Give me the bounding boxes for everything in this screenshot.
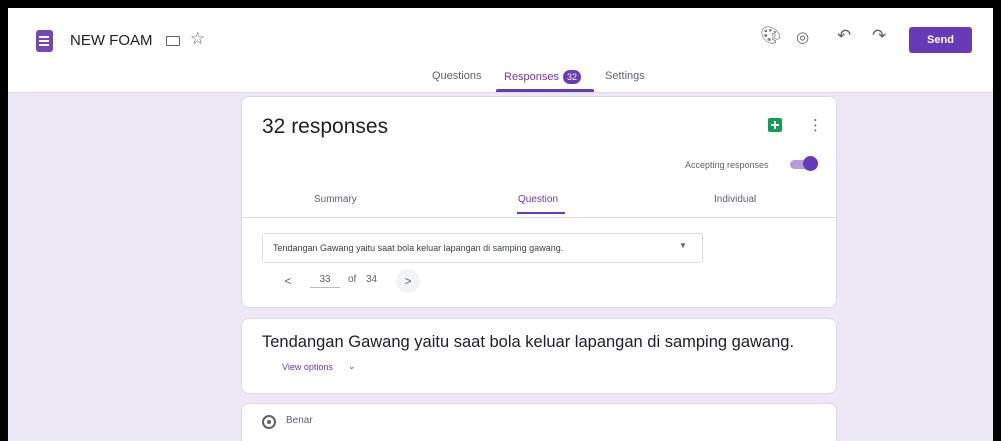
responses-count-badge: 32: [563, 70, 582, 84]
answer-option-card: Benar: [241, 403, 837, 441]
palette-icon[interactable]: 🎨︎: [760, 26, 782, 46]
question-dropdown-value: Tendangan Gawang yaitu saat bola keluar …: [273, 243, 564, 253]
subtab-individual[interactable]: Individual: [714, 194, 756, 205]
forms-window: NEW FOAM ☆ 🎨︎ ◎ ↶ ↷ Send ⋮ Questions Res…: [8, 8, 993, 441]
divider: [242, 217, 836, 218]
accepting-responses-label: Accepting responses: [685, 160, 769, 170]
document-title[interactable]: NEW FOAM: [70, 32, 153, 49]
question-number-input[interactable]: 33: [310, 274, 340, 288]
option-label: Benar: [286, 415, 313, 426]
responses-summary-card: 32 responses ⋮ Accepting responses Summa…: [241, 96, 837, 308]
redo-icon[interactable]: ↷: [872, 26, 886, 46]
subtab-summary[interactable]: Summary: [314, 194, 357, 205]
question-dropdown[interactable]: Tendangan Gawang yaitu saat bola keluar …: [262, 233, 703, 263]
forms-app-icon[interactable]: [36, 30, 53, 52]
pager-of-label: of: [348, 274, 357, 285]
responses-count-title: 32 responses: [262, 115, 389, 138]
form-tabs: Questions Responses 32 Settings: [8, 66, 993, 92]
chevron-down-icon[interactable]: ⌄: [348, 361, 356, 372]
tab-responses[interactable]: Responses 32: [504, 70, 582, 84]
tab-questions[interactable]: Questions: [432, 70, 482, 82]
question-pager: < 33 of 34 >: [272, 269, 442, 293]
more-vert-icon[interactable]: ⋮: [808, 116, 823, 134]
folder-icon[interactable]: [166, 36, 180, 46]
top-bar: NEW FOAM ☆ 🎨︎ ◎ ↶ ↷ Send ⋮ Questions Res…: [8, 8, 993, 93]
preview-eye-icon[interactable]: ◎: [796, 28, 809, 46]
question-card: Tendangan Gawang yaitu saat bola keluar …: [241, 318, 837, 394]
question-heading: Tendangan Gawang yaitu saat bola keluar …: [262, 333, 795, 351]
star-icon[interactable]: ☆: [190, 29, 205, 49]
undo-icon[interactable]: ↶: [837, 26, 851, 46]
dropdown-arrow-icon: ▼: [679, 241, 687, 250]
more-vert-icon[interactable]: ⋮: [990, 30, 993, 50]
view-options-link[interactable]: View options: [282, 362, 333, 372]
accepting-responses-toggle[interactable]: [790, 156, 818, 172]
send-button[interactable]: Send: [909, 27, 972, 53]
pager-total: 34: [366, 274, 378, 285]
next-question-button[interactable]: >: [396, 269, 420, 293]
sheets-icon[interactable]: [768, 118, 782, 132]
tab-responses-label: Responses: [504, 70, 560, 83]
subtab-question[interactable]: Question: [518, 194, 558, 205]
previous-question-button[interactable]: <: [276, 269, 300, 293]
tab-settings[interactable]: Settings: [605, 70, 645, 82]
active-tab-indicator: [496, 89, 594, 92]
active-subtab-indicator: [517, 212, 565, 214]
radio-button: [262, 415, 276, 429]
